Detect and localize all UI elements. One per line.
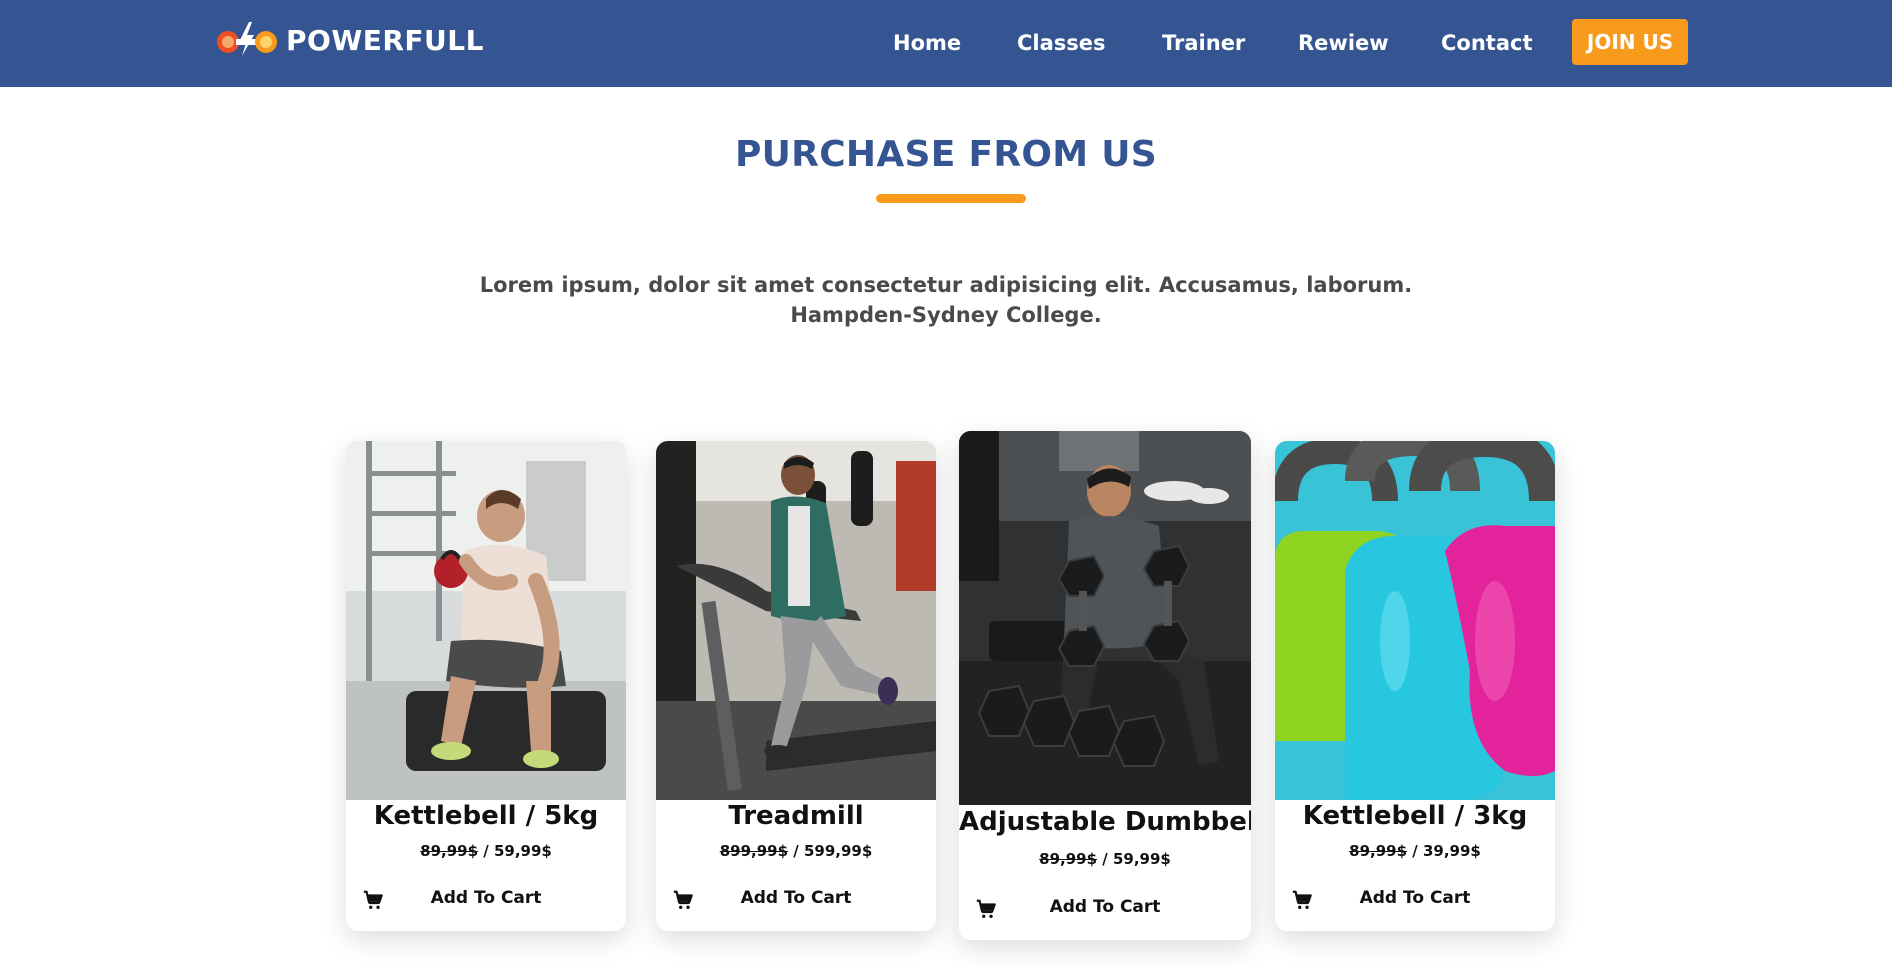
price-separator: / xyxy=(478,842,494,860)
product-card-kettlebell-3kg: Kettlebell / 3kg 89,99$ / 39,99$ Add To … xyxy=(1275,441,1555,931)
product-card-adjustable-dumbbell: Adjustable Dumbbell 89,99$ / 59,99$ Add … xyxy=(959,431,1251,940)
product-price: 899,99$ / 599,99$ xyxy=(656,842,936,860)
title-underline xyxy=(876,194,1026,203)
price-separator: / xyxy=(1097,850,1113,868)
current-price: 59,99$ xyxy=(1112,850,1171,868)
nav-review[interactable]: Rewiew xyxy=(1298,27,1389,59)
nav-classes[interactable]: Classes xyxy=(1017,27,1106,59)
old-price: 89,99$ xyxy=(1039,850,1098,868)
current-price: 599,99$ xyxy=(803,842,873,860)
price-separator: / xyxy=(1407,842,1423,860)
nav-trainer[interactable]: Trainer xyxy=(1162,27,1245,59)
section-description: Lorem ipsum, dolor sit amet consectetur … xyxy=(479,273,1413,327)
product-image-man-with-dumbbells xyxy=(959,431,1251,805)
product-price: 89,99$ / 59,99$ xyxy=(959,850,1251,868)
add-to-cart-label: Add To Cart xyxy=(1359,888,1471,908)
product-name: Kettlebell / 3kg xyxy=(1302,801,1528,831)
add-to-cart-label: Add To Cart xyxy=(430,888,542,908)
old-price: 899,99$ xyxy=(719,842,789,860)
add-to-cart-button[interactable]: Add To Cart xyxy=(346,885,626,915)
nav-contact[interactable]: Contact xyxy=(1441,27,1533,59)
product-name: Treadmill xyxy=(728,801,864,831)
nav-home[interactable]: Home xyxy=(893,27,961,59)
navbar: POWERFULL Home Classes Trainer Rewiew Co… xyxy=(0,0,1892,87)
add-to-cart-button[interactable]: Add To Cart xyxy=(656,885,936,915)
section-title: PURCHASE FROM US xyxy=(734,134,1158,175)
add-to-cart-button[interactable]: Add To Cart xyxy=(959,894,1251,924)
current-price: 39,99$ xyxy=(1422,842,1481,860)
product-price: 89,99$ / 39,99$ xyxy=(1275,842,1555,860)
product-name: Adjustable Dumbbell xyxy=(959,807,1251,837)
current-price: 59,99$ xyxy=(493,842,552,860)
product-price: 89,99$ / 59,99$ xyxy=(346,842,626,860)
add-to-cart-button[interactable]: Add To Cart xyxy=(1275,885,1555,915)
product-image-colorful-kettlebells xyxy=(1275,441,1555,800)
product-card-treadmill: Treadmill 899,99$ / 599,99$ Add To Cart xyxy=(656,441,936,931)
old-price: 89,99$ xyxy=(1349,842,1408,860)
join-us-button[interactable]: JOIN US xyxy=(1572,19,1688,65)
price-separator: / xyxy=(788,842,804,860)
product-image-man-with-kettlebell xyxy=(346,441,626,800)
product-card-kettlebell-5kg: Kettlebell / 5kg 89,99$ / 59,99$ Add To … xyxy=(346,441,626,931)
add-to-cart-label: Add To Cart xyxy=(740,888,852,908)
product-name: Kettlebell / 5kg xyxy=(373,801,599,831)
product-image-man-on-treadmill xyxy=(656,441,936,800)
old-price: 89,99$ xyxy=(420,842,479,860)
add-to-cart-label: Add To Cart xyxy=(1049,897,1161,917)
